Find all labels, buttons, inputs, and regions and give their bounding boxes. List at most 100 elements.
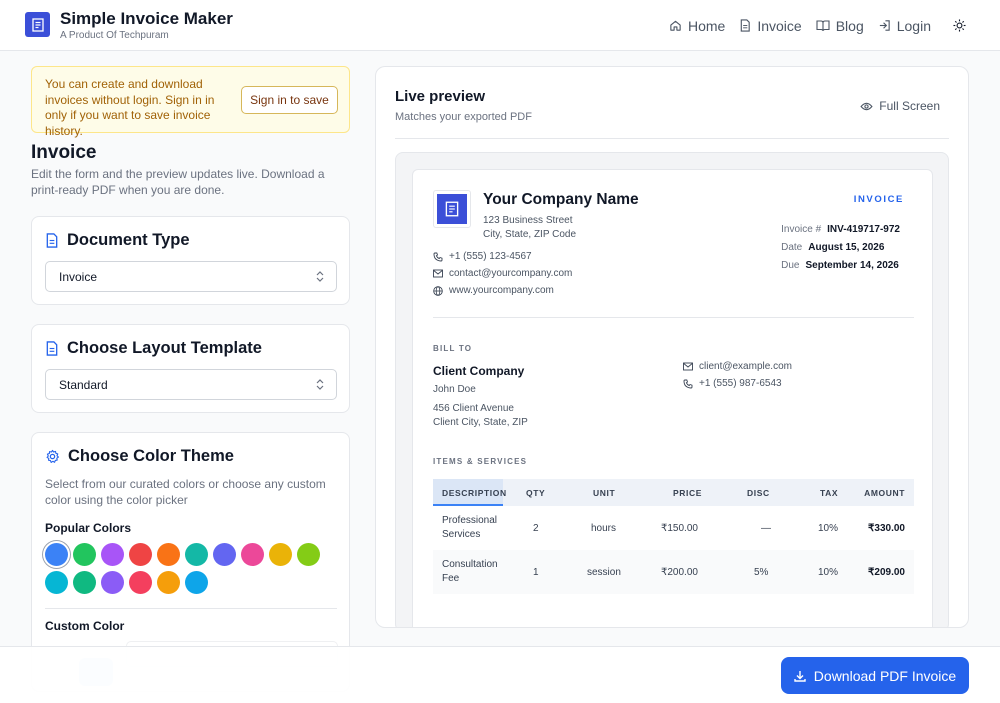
- page-description: Edit the form and the preview updates li…: [31, 167, 325, 197]
- app-title[interactable]: Simple Invoice Maker: [60, 9, 233, 29]
- mail-icon: [683, 362, 693, 371]
- nav-invoice-label: Invoice: [757, 17, 802, 34]
- divider: [433, 317, 914, 318]
- client-info: John Doe 456 Client Avenue Client City, …: [433, 383, 528, 431]
- layout-template-select[interactable]: Standard: [45, 369, 337, 400]
- invoice-due: September 14, 2026: [805, 260, 899, 271]
- nav-blog[interactable]: Blog: [816, 18, 864, 34]
- invoice-meta: Invoice # INV-419717-972 Date August 15, 2…: [781, 221, 900, 275]
- item-unit: session: [587, 566, 621, 578]
- eye-icon: [860, 102, 873, 111]
- theme-toggle-button[interactable]: [953, 19, 966, 32]
- full-screen-button[interactable]: Full Screen: [860, 99, 940, 113]
- download-pdf-button[interactable]: Download PDF Invoice: [781, 657, 969, 694]
- item-disc: 5%: [754, 566, 769, 578]
- phone-icon: [683, 379, 693, 389]
- items-table: DESCRIPTION QTY UNIT PRICE DISC TAX AMOU…: [433, 479, 914, 594]
- document-icon: [739, 19, 751, 32]
- item-price: ₹150.00: [661, 522, 698, 534]
- color-swatch[interactable]: [185, 571, 208, 594]
- client-address1: 456 Client Avenue: [433, 402, 514, 414]
- sign-in-to-save-button[interactable]: Sign in to save: [241, 86, 338, 114]
- download-pdf-label: Download PDF Invoice: [813, 667, 957, 684]
- home-icon: [669, 19, 682, 32]
- color-swatch[interactable]: [241, 543, 264, 566]
- popular-colors-label: Popular Colors: [45, 521, 132, 535]
- color-swatch[interactable]: [297, 543, 320, 566]
- document-type-card: Document Type Invoice: [31, 216, 350, 305]
- color-swatch[interactable]: [101, 571, 124, 594]
- table-row: Professional Services 2 hours ₹150.00 — …: [433, 506, 914, 550]
- color-theme-description: Select from our curated colors or choose…: [45, 477, 326, 507]
- invoice-number: INV-419717-972: [827, 224, 900, 235]
- nav-login[interactable]: Login: [878, 18, 931, 34]
- invoice-due-label: Due: [781, 260, 800, 271]
- color-swatch[interactable]: [45, 543, 68, 566]
- company-name: Your Company Name: [483, 191, 639, 208]
- phone-icon: [433, 252, 443, 262]
- company-phone: +1 (555) 123-4567: [433, 251, 532, 262]
- client-phone-text: +1 (555) 987-6543: [699, 378, 782, 389]
- color-swatch[interactable]: [129, 571, 152, 594]
- client-phone: +1 (555) 987-6543: [683, 378, 782, 389]
- table-row: Consultation Fee 1 session ₹200.00 5% 10…: [433, 550, 914, 594]
- col-description: DESCRIPTION: [442, 487, 507, 498]
- chevron-up-down-icon: [316, 271, 324, 282]
- item-amount: ₹330.00: [868, 522, 905, 534]
- invoice-date-label: Date: [781, 242, 803, 253]
- color-swatch[interactable]: [129, 543, 152, 566]
- file-text-icon: [45, 233, 59, 248]
- divider: [395, 138, 949, 139]
- company-website: www.yourcompany.com: [433, 285, 554, 296]
- document-type-select[interactable]: Invoice: [45, 261, 337, 292]
- item-disc: —: [761, 522, 771, 534]
- item-unit: hours: [591, 522, 617, 534]
- color-swatch[interactable]: [185, 543, 208, 566]
- client-company: Client Company: [433, 364, 525, 378]
- client-address2: Client City, State, ZIP: [433, 417, 528, 428]
- gear-icon: [45, 449, 60, 464]
- globe-icon: [433, 285, 443, 296]
- client-email: client@example.com: [683, 361, 792, 372]
- table-header: DESCRIPTION QTY UNIT PRICE DISC TAX AMOU…: [433, 479, 914, 506]
- layout-template-card: Choose Layout Template Standard: [31, 324, 350, 413]
- item-amount: ₹209.00: [868, 566, 905, 578]
- divider: [45, 608, 337, 609]
- preview-subtitle: Matches your exported PDF: [395, 111, 532, 123]
- main-nav: Home Invoice Blog Login: [669, 0, 1000, 51]
- color-swatch[interactable]: [73, 543, 96, 566]
- live-preview-panel: Live preview Matches your exported PDF F…: [375, 66, 969, 628]
- page-title: Invoice: [31, 142, 97, 163]
- company-website-text: www.yourcompany.com: [449, 285, 554, 296]
- color-swatch[interactable]: [157, 543, 180, 566]
- client-name: John Doe: [433, 384, 476, 395]
- login-icon: [878, 19, 891, 32]
- item-tax: 10%: [818, 522, 839, 534]
- client-email-text: client@example.com: [699, 361, 792, 372]
- invoice-logo-icon: [443, 200, 461, 218]
- layout-template-title: Choose Layout Template: [67, 339, 262, 357]
- color-swatch[interactable]: [45, 571, 68, 594]
- company-email-text: contact@yourcompany.com: [449, 268, 573, 279]
- color-swatch[interactable]: [213, 543, 236, 566]
- custom-color-label: Custom Color: [45, 619, 125, 633]
- app-subtitle: A Product Of Techpuram: [60, 30, 169, 41]
- color-swatch[interactable]: [73, 571, 96, 594]
- company-email: contact@yourcompany.com: [433, 268, 572, 279]
- app-logo[interactable]: [25, 12, 50, 37]
- sun-icon: [953, 19, 966, 32]
- nav-home[interactable]: Home: [669, 18, 725, 34]
- color-swatch[interactable]: [101, 543, 124, 566]
- item-tax: 10%: [818, 566, 839, 578]
- file-text-icon: [45, 341, 59, 356]
- layout-template-value: Standard: [59, 377, 108, 392]
- nav-login-label: Login: [896, 17, 931, 34]
- invoice-date: August 15, 2026: [808, 242, 885, 253]
- invoice-logo-icon: [30, 17, 46, 33]
- color-swatch[interactable]: [157, 571, 180, 594]
- nav-invoice[interactable]: Invoice: [739, 17, 802, 34]
- bottom-action-bar: Download PDF Invoice: [0, 646, 1000, 703]
- color-swatch[interactable]: [269, 543, 292, 566]
- bill-to-label: BILL TO: [433, 344, 473, 353]
- company-phone-text: +1 (555) 123-4567: [449, 251, 532, 262]
